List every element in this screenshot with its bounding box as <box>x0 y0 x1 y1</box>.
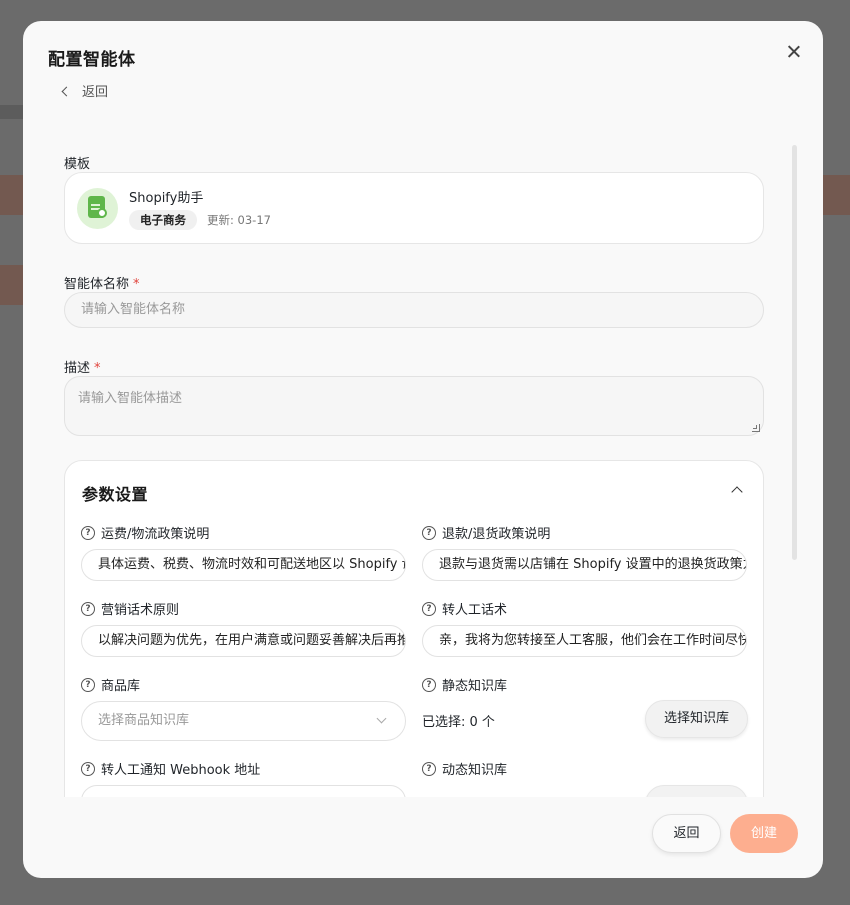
help-icon[interactable]: ? <box>422 761 436 776</box>
backdrop-text <box>0 105 23 119</box>
back-link-label: 返回 <box>82 85 109 100</box>
back-button[interactable]: 返回 <box>652 814 721 853</box>
description-label-text: 描述 <box>64 361 91 376</box>
help-icon[interactable]: ? <box>422 601 436 616</box>
dynamic-kb-label: ? 动态知识库 <box>422 759 507 778</box>
template-name: Shopify助手 <box>129 191 204 206</box>
template-label: 模板 <box>64 157 91 172</box>
params-title: 参数设置 <box>82 485 149 504</box>
template-category-tag: 电子商务 <box>129 210 197 230</box>
product-library-placeholder: 选择商品知识库 <box>98 713 190 728</box>
marketing-principle-input[interactable]: 以解决问题为优先，在用户满意或问题妥善解决后再推荐 <box>81 625 406 657</box>
help-icon[interactable]: ? <box>422 677 436 692</box>
chevron-down-icon <box>376 713 387 724</box>
marketing-principle-label: ? 营销话术原则 <box>81 599 179 618</box>
help-icon[interactable]: ? <box>81 761 95 776</box>
agent-name-input[interactable]: 请输入智能体名称 <box>64 292 764 328</box>
help-icon[interactable]: ? <box>81 525 95 540</box>
handoff-script-input[interactable]: 亲，我将为您转接至人工客服，他们会在工作时间尽快回复 <box>422 625 747 657</box>
dynamic-kb-button[interactable] <box>645 785 748 797</box>
create-button[interactable]: 创建 <box>730 814 798 853</box>
params-panel: 参数设置 ? 运费/物流政策说明 具体运费、税费、物流时效和可配送地区以 Sho… <box>64 460 764 797</box>
product-library-select[interactable]: 选择商品知识库 <box>81 701 406 741</box>
help-icon[interactable]: ? <box>81 677 95 692</box>
help-icon[interactable]: ? <box>81 601 95 616</box>
description-textarea[interactable]: 请输入智能体描述 <box>64 376 764 436</box>
shipping-policy-label: ? 运费/物流政策说明 <box>81 523 209 542</box>
description-placeholder: 请输入智能体描述 <box>78 391 183 406</box>
back-link[interactable]: 返回 <box>61 81 109 100</box>
help-icon[interactable]: ? <box>422 525 436 540</box>
product-library-label-text: 商品库 <box>101 679 141 694</box>
shipping-policy-label-text: 运费/物流政策说明 <box>101 527 210 542</box>
chevron-left-icon <box>61 86 72 96</box>
agent-name-label-text: 智能体名称 <box>64 277 130 292</box>
chevron-up-icon[interactable] <box>731 486 743 498</box>
document-icon <box>77 188 118 229</box>
dialog-title: 配置智能体 <box>48 50 136 70</box>
required-mark: * <box>133 277 140 292</box>
marketing-principle-label-text: 营销话术原则 <box>101 603 180 618</box>
static-kb-selected-count: 已选择: 0 个 <box>422 715 495 730</box>
static-kb-label-text: 静态知识库 <box>442 679 508 694</box>
backdrop-block <box>823 175 850 215</box>
configure-agent-dialog: 配置智能体 返回 模板 Shopify助手 电子商务 更新: 03-17 智能体… <box>23 21 823 878</box>
required-mark: * <box>94 361 101 376</box>
form-scroll-area: 模板 Shopify助手 电子商务 更新: 03-17 智能体名称 * 请输入智能… <box>23 137 823 797</box>
select-knowledge-base-button[interactable]: 选择知识库 <box>645 700 748 738</box>
handoff-script-label: ? 转人工话术 <box>422 599 507 618</box>
webhook-label: ? 转人工通知 Webhook 地址 <box>81 759 260 778</box>
template-updated: 更新: 03-17 <box>207 213 271 227</box>
handoff-script-label-text: 转人工话术 <box>442 603 508 618</box>
static-kb-label: ? 静态知识库 <box>422 675 507 694</box>
template-card[interactable]: Shopify助手 电子商务 更新: 03-17 <box>64 172 764 244</box>
refund-policy-label: ? 退款/退货政策说明 <box>422 523 550 542</box>
refund-policy-input[interactable]: 退款与退货需以店铺在 Shopify 设置中的退换货政策为准 <box>422 549 747 581</box>
description-label: 描述 * <box>64 357 101 376</box>
product-library-label: ? 商品库 <box>81 675 140 694</box>
backdrop-block <box>0 265 23 305</box>
resize-handle-icon[interactable] <box>752 424 760 432</box>
dynamic-kb-label-text: 动态知识库 <box>442 763 508 778</box>
shipping-policy-input[interactable]: 具体运费、税费、物流时效和可配送地区以 Shopify 设置为准 <box>81 549 406 581</box>
refund-policy-label-text: 退款/退货政策说明 <box>442 527 551 542</box>
close-icon[interactable] <box>785 43 803 61</box>
webhook-input[interactable] <box>81 785 406 797</box>
agent-name-label: 智能体名称 * <box>64 273 140 292</box>
backdrop-block <box>0 175 23 215</box>
webhook-label-text: 转人工通知 Webhook 地址 <box>101 763 261 778</box>
